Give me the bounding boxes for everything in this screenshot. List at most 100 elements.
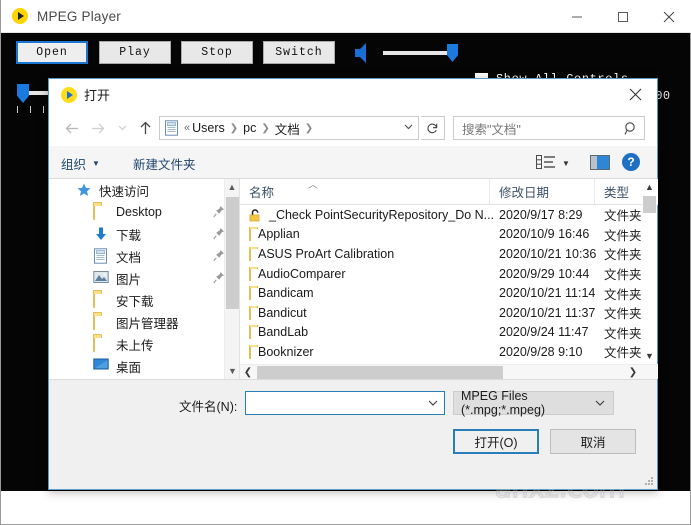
scrollbar-thumb[interactable] (257, 366, 503, 379)
table-row[interactable]: Applian 2020/10/9 16:46 文件夹 (240, 225, 643, 245)
arrow-up-icon[interactable] (134, 118, 156, 138)
new-folder-button[interactable]: 新建文件夹 (133, 154, 196, 173)
chevron-right-icon[interactable]: ❯ (625, 365, 641, 379)
sidebar-item-label: 图片 (116, 272, 142, 287)
dialog-command-bar: 组织 ▼ 新建文件夹 ▼ ? (49, 146, 657, 179)
sidebar-item-picture-manager[interactable]: 图片管理器 (49, 311, 239, 333)
table-row[interactable]: Bandicut 2020/10/21 11:37 文件夹 (240, 303, 643, 323)
file-name-cell: AudioComparer (249, 266, 493, 281)
sidebar-item-anxiazai[interactable]: 安下载 (49, 289, 239, 311)
stop-button[interactable]: Stop (181, 41, 253, 64)
volume-slider-track[interactable] (383, 51, 457, 55)
chevron-down-icon[interactable] (111, 118, 133, 138)
file-name-cell: BandLab (249, 325, 493, 340)
column-header-date[interactable]: 修改日期 (490, 179, 595, 204)
file-name-cell: Applian (249, 227, 493, 242)
star-pin-icon (76, 182, 92, 198)
volume-control[interactable] (351, 38, 461, 68)
sidebar-item-pictures[interactable]: 图片 (49, 267, 239, 289)
chevron-down-icon[interactable] (428, 398, 438, 408)
chevron-up-icon[interactable]: ▲ (225, 179, 239, 195)
scrollbar-thumb[interactable] (226, 197, 239, 309)
file-type: 文件夹 (604, 326, 642, 341)
cancel-button[interactable]: 取消 (550, 429, 636, 454)
file-type: 文件夹 (604, 228, 642, 243)
file-name: Bandicut (258, 305, 307, 320)
dialog-titlebar: 打开 (49, 79, 657, 110)
sidebar-item-downloads[interactable]: 下载 (49, 223, 239, 245)
sidebar-item-not-uploaded[interactable]: 未上传 (49, 333, 239, 355)
organize-menu[interactable]: 组织 ▼ (61, 154, 100, 173)
column-header-name[interactable]: 名称 ︿ (240, 179, 490, 204)
file-list-horizontal-scrollbar[interactable]: ❮ ❯ (240, 364, 658, 379)
view-list-icon[interactable] (536, 155, 556, 170)
folder-icon (93, 292, 109, 308)
breadcrumb-item-users[interactable]: Users (192, 121, 225, 135)
table-row[interactable]: Bandicam 2020/10/21 11:14 文件夹 (240, 283, 643, 303)
sidebar-item-quick-access[interactable]: 快速访问 (49, 179, 239, 201)
search-input[interactable]: 搜索"文档" (453, 116, 645, 140)
pictures-icon (93, 270, 109, 286)
file-date: 2020/9/28 9:10 (499, 344, 583, 359)
close-icon[interactable] (646, 0, 691, 33)
table-row[interactable]: ASUS ProArt Calibration 2020/10/21 10:36… (240, 244, 643, 264)
table-row[interactable]: BandLab 2020/9/24 11:47 文件夹 (240, 323, 643, 343)
file-name-cell: Bandicut (249, 305, 493, 320)
switch-button[interactable]: Switch (263, 41, 335, 64)
preview-pane-icon[interactable] (590, 155, 610, 170)
sidebar-item-documents[interactable]: 文档 (49, 245, 239, 267)
search-icon[interactable] (624, 121, 638, 141)
file-list-vertical-scrollbar[interactable]: ▲ ▼ (642, 179, 657, 364)
speaker-icon[interactable] (351, 40, 375, 66)
player-title: MPEG Player (37, 8, 121, 24)
breadcrumb-dropdown-icon[interactable] (404, 122, 413, 132)
table-row[interactable]: AudioComparer 2020/9/29 10:44 文件夹 (240, 264, 643, 284)
folder-icon (93, 204, 109, 220)
sidebar-item-desktop-cn[interactable]: 桌面 (49, 355, 239, 377)
breadcrumb-item-documents[interactable]: 文档 (275, 119, 300, 138)
open-button[interactable]: Open (16, 41, 88, 64)
breadcrumb-overflow[interactable]: « (184, 122, 190, 134)
play-button[interactable]: Play (99, 41, 171, 64)
chevron-down-icon[interactable] (595, 398, 605, 408)
arrow-right-icon[interactable] (86, 118, 108, 138)
file-date: 2020/10/9 16:46 (499, 227, 590, 242)
filename-input[interactable] (245, 391, 445, 415)
locked-folder-icon (249, 209, 262, 222)
arrow-left-icon[interactable] (61, 118, 83, 138)
dialog-title: 打开 (84, 88, 111, 103)
file-type-filter-select[interactable]: MPEG Files (*.mpg;*.mpeg) (453, 389, 614, 417)
breadcrumb-item-pc[interactable]: pc (243, 121, 256, 135)
file-name: AudioComparer (258, 266, 346, 281)
dialog-close-icon[interactable] (613, 79, 657, 110)
seek-slider-thumb[interactable] (17, 84, 29, 103)
chevron-left-icon[interactable]: ❮ (240, 365, 256, 379)
table-row[interactable]: Booknizer 2020/9/28 9:10 文件夹 (240, 342, 643, 362)
chevron-down-icon[interactable]: ▼ (562, 159, 570, 168)
resize-grip[interactable] (644, 476, 654, 486)
folder-icon (93, 336, 109, 352)
refresh-icon[interactable] (421, 116, 445, 140)
folder-icon (249, 305, 251, 320)
sidebar-item-label: 快速访问 (99, 184, 150, 199)
volume-slider-thumb[interactable] (447, 44, 458, 62)
chevron-down-icon[interactable]: ▼ (225, 363, 239, 379)
help-icon[interactable]: ? (622, 153, 640, 171)
chevron-up-icon[interactable]: ▲ (642, 179, 657, 195)
maximize-icon[interactable] (600, 0, 646, 33)
breadcrumb[interactable]: « Users ❯ pc ❯ 文档 ❯ (159, 116, 419, 140)
chevron-down-icon[interactable]: ▼ (642, 348, 657, 364)
sidebar-scrollbar[interactable]: ▲ ▼ (224, 179, 239, 379)
sidebar-item-desktop[interactable]: Desktop (49, 201, 239, 223)
file-name-cell: ASUS ProArt Calibration (249, 246, 493, 261)
file-name: Bandicam (258, 286, 314, 301)
file-name: Applian (258, 227, 300, 242)
file-type: 文件夹 (604, 268, 642, 283)
chevron-right-icon: ❯ (261, 122, 270, 134)
desktop-icon (93, 358, 109, 374)
minimize-icon[interactable] (554, 0, 600, 33)
table-row[interactable]: _Check PointSecurityRepository_Do N... 2… (240, 205, 643, 225)
open-button[interactable]: 打开(O) (453, 429, 539, 454)
sidebar-item-label: 未上传 (116, 338, 154, 353)
scrollbar-thumb[interactable] (643, 196, 656, 213)
